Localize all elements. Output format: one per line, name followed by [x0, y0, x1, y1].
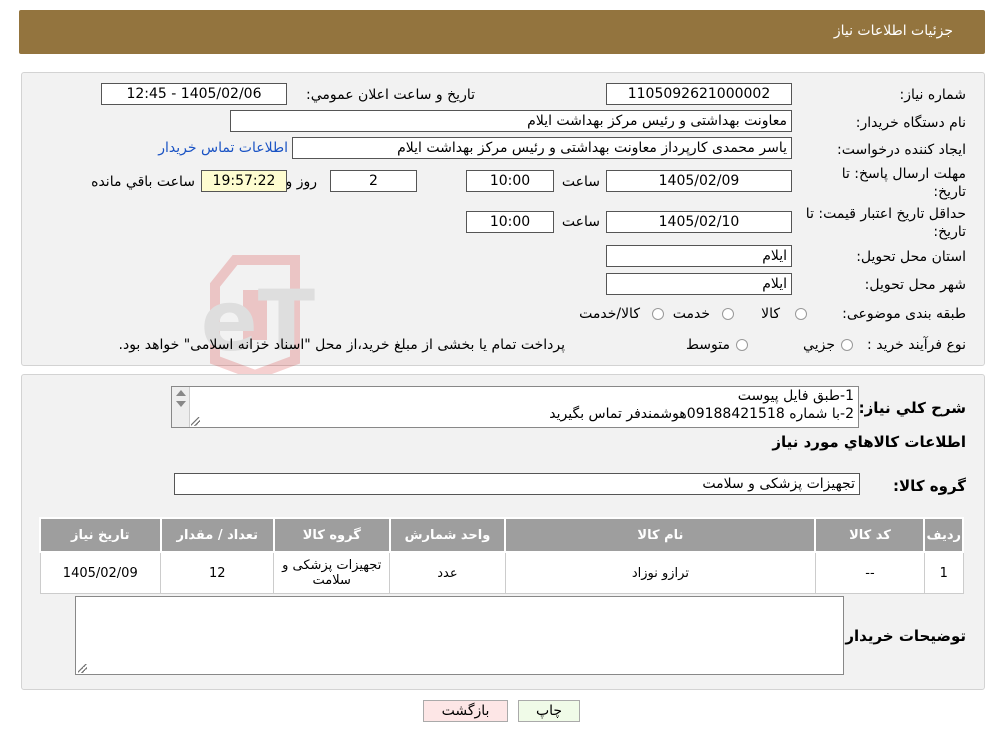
city-label: شهر محل تحويل:	[864, 277, 966, 293]
buyer-notes-textarea[interactable]	[75, 596, 844, 675]
creator-label: ايجاد كننده درخواست:	[837, 142, 966, 158]
deadline-time-field: 10:00	[466, 170, 554, 192]
buyer-field: معاونت بهداشتی و رئیس مرکز بهداشت ایلام	[230, 110, 792, 132]
col-name: نام كالا	[504, 517, 817, 553]
cell-unit: عدد	[389, 551, 506, 594]
process-option-medium: متوسط	[686, 337, 730, 353]
process-note: پرداخت تمام یا بخشی از مبلغ خرید،از محل …	[118, 337, 565, 353]
resize-grip-icon[interactable]	[78, 664, 87, 673]
goods-group-field: تجهیزات پزشکی و سلامت	[174, 473, 860, 495]
description-line-1: 1-طبق فایل پیوست	[737, 388, 854, 404]
deadline-time-label: ساعت	[561, 174, 600, 190]
city-field: ایلام	[606, 273, 792, 295]
validity-time-field: 10:00	[466, 211, 554, 233]
buyer-notes-label: توضيحات خريدار:	[839, 627, 966, 645]
province-label: استان محل تحويل:	[856, 249, 966, 265]
page-header: جزئیات اطلاعات نیاز	[19, 10, 985, 54]
col-unit: واحد شمارش	[388, 517, 507, 553]
process-label: نوع فرآيند خريد :	[867, 337, 966, 353]
scroll-down-icon[interactable]	[176, 401, 186, 407]
description-label: شرح كلي نياز:	[858, 399, 966, 417]
process-radio-minor[interactable]	[841, 339, 853, 351]
col-row: رديف	[923, 517, 964, 553]
goods-table-header: رديف كد كالا نام كالا واحد شمارش گروه كا…	[39, 517, 964, 553]
announce-label: تاریخ و ساعت اعلان عمومي:	[306, 87, 475, 103]
category-option-both: کالا/خدمت	[579, 306, 640, 322]
deadline-date-field: 1405/02/09	[606, 170, 792, 192]
goods-group-label: گروه كالا:	[893, 477, 966, 495]
remaining-time-field: 19:57:22	[201, 170, 287, 192]
cell-date: 1405/02/09	[39, 551, 162, 594]
days-label: روز و	[285, 174, 318, 190]
page-title: جزئیات اطلاعات نیاز	[833, 23, 953, 39]
category-radio-service[interactable]	[722, 308, 734, 320]
category-option-goods: کالا	[761, 306, 780, 322]
need-number-label: شماره نیاز:	[899, 87, 967, 103]
cell-name: ترازو نوزاد	[504, 551, 816, 594]
col-date: تاريخ نياز	[39, 517, 162, 553]
description-line-2: 2-با شماره 09188421518هوشمندفر تماس بگیر…	[549, 406, 854, 422]
resize-grip-icon[interactable]	[191, 417, 200, 426]
deadline-label: مهلت ارسال پاسخ: تا تاريخ:	[841, 166, 966, 200]
days-field: 2	[330, 170, 417, 192]
validity-label: حداقل تاريخ اعتبار قيمت: تا تاريخ:	[805, 206, 966, 240]
need-number-field: 1105092621000002	[606, 83, 792, 105]
back-button[interactable]: بازگشت	[423, 700, 508, 722]
announce-field: 1405/02/06 - 12:45	[101, 83, 287, 105]
scroll-up-icon[interactable]	[176, 390, 186, 396]
col-quantity: تعداد / مقدار	[159, 517, 275, 553]
buyer-contact-link[interactable]: اطلاعات تماس خریدار	[158, 140, 288, 156]
cell-quantity: 12	[160, 551, 275, 594]
buyer-label: نام دستگاه خريدار:	[855, 115, 966, 131]
category-radio-both[interactable]	[652, 308, 664, 320]
goods-section-title: اطلاعات كالاهاي مورد نياز	[772, 433, 966, 451]
cell-group: تجهیزات پزشکی و سلامت	[273, 551, 391, 594]
province-field: ایلام	[606, 245, 792, 267]
category-radio-goods[interactable]	[795, 308, 807, 320]
description-textarea[interactable]: 1-طبق فایل پیوست 2-با شماره 09188421518ه…	[171, 386, 859, 428]
cell-row: 1	[923, 551, 964, 594]
col-group: گروه كالا	[272, 517, 391, 553]
category-option-service: خدمت	[672, 306, 710, 322]
category-label: طبقه بندی موضوعی:	[842, 306, 966, 322]
validity-date-field: 1405/02/10	[606, 211, 792, 233]
creator-field: یاسر محمدی کارپرداز معاونت بهداشتی و رئی…	[292, 137, 792, 159]
process-option-minor: جزيي	[803, 337, 835, 353]
table-row: 1 -- ترازو نوزاد عدد تجهیزات پزشکی و سلا…	[39, 551, 964, 594]
cell-code: --	[814, 551, 925, 594]
process-radio-medium[interactable]	[736, 339, 748, 351]
description-scrollbar[interactable]	[172, 387, 190, 427]
col-code: كد كالا	[814, 517, 926, 553]
print-button[interactable]: چاپ	[518, 700, 580, 722]
goods-table: رديف كد كالا نام كالا واحد شمارش گروه كا…	[39, 517, 964, 594]
validity-time-label: ساعت	[561, 214, 600, 230]
remaining-time-label: ساعت باقي مانده	[91, 174, 195, 190]
